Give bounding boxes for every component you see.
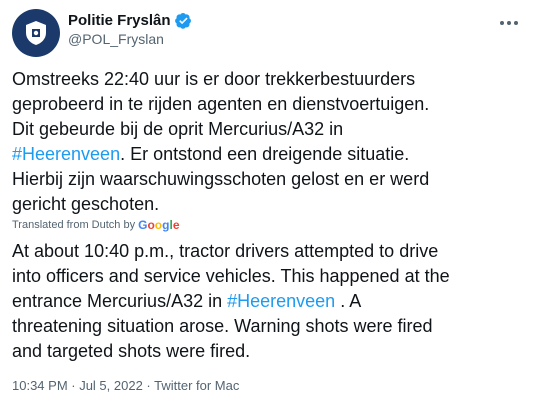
translated-line-end: . A	[335, 291, 362, 311]
translated-line: entrance Mercurius/A32 in #Heerenveen . …	[12, 289, 522, 314]
more-options-button[interactable]	[498, 14, 520, 32]
account-handle[interactable]: @POL_Fryslan	[68, 31, 164, 47]
translated-line-start: entrance Mercurius/A32 in	[12, 291, 228, 311]
tweet-line: Hierbij zijn waarschuwingsschoten gelost…	[12, 169, 430, 189]
hashtag-link[interactable]: #Heerenveen	[227, 291, 335, 311]
hashtag-link[interactable]: #Heerenveen	[12, 144, 120, 164]
translated-line: and targeted shots were fired.	[12, 341, 251, 361]
account-name[interactable]: Politie Fryslân	[68, 12, 171, 29]
tweet-text: Omstreeks 22:40 uur is er door trekkerbe…	[12, 67, 517, 217]
translated-line: into officers and service vehicles. This…	[12, 266, 450, 286]
account-name-row: Politie Fryslân	[68, 12, 192, 29]
google-logo[interactable]: Google	[138, 218, 179, 232]
avatar[interactable]	[12, 9, 60, 57]
translated-line: At about 10:40 p.m., tractor drivers att…	[12, 241, 439, 261]
verified-badge-icon	[174, 12, 191, 29]
police-badge-icon	[26, 21, 46, 45]
tweet-line: gericht geschoten.	[12, 194, 160, 214]
tweet-line: Dit gebeurde bij de oprit Mercurius/A32 …	[12, 119, 344, 139]
tweet-line: #Heerenveen. Er ontstond een dreigende s…	[12, 142, 517, 167]
tweet-line: Omstreeks 22:40 uur is er door trekkerbe…	[12, 69, 416, 89]
translated-line: threatening situation arose. Warning sho…	[12, 316, 433, 336]
translation-label: Translated from Dutch by	[12, 219, 136, 231]
tweet-line: geprobeerd in te rijden agenten en diens…	[12, 94, 430, 114]
translated-text: At about 10:40 p.m., tractor drivers att…	[12, 239, 522, 364]
tweet-line-rest: . Er ontstond een dreigende situatie.	[120, 144, 410, 164]
translation-attribution: Translated from Dutch by Google	[12, 218, 180, 232]
tweet-meta: 10:34 PM · Jul 5, 2022 · Twitter for Mac	[12, 378, 240, 393]
more-options-icon	[500, 21, 518, 25]
